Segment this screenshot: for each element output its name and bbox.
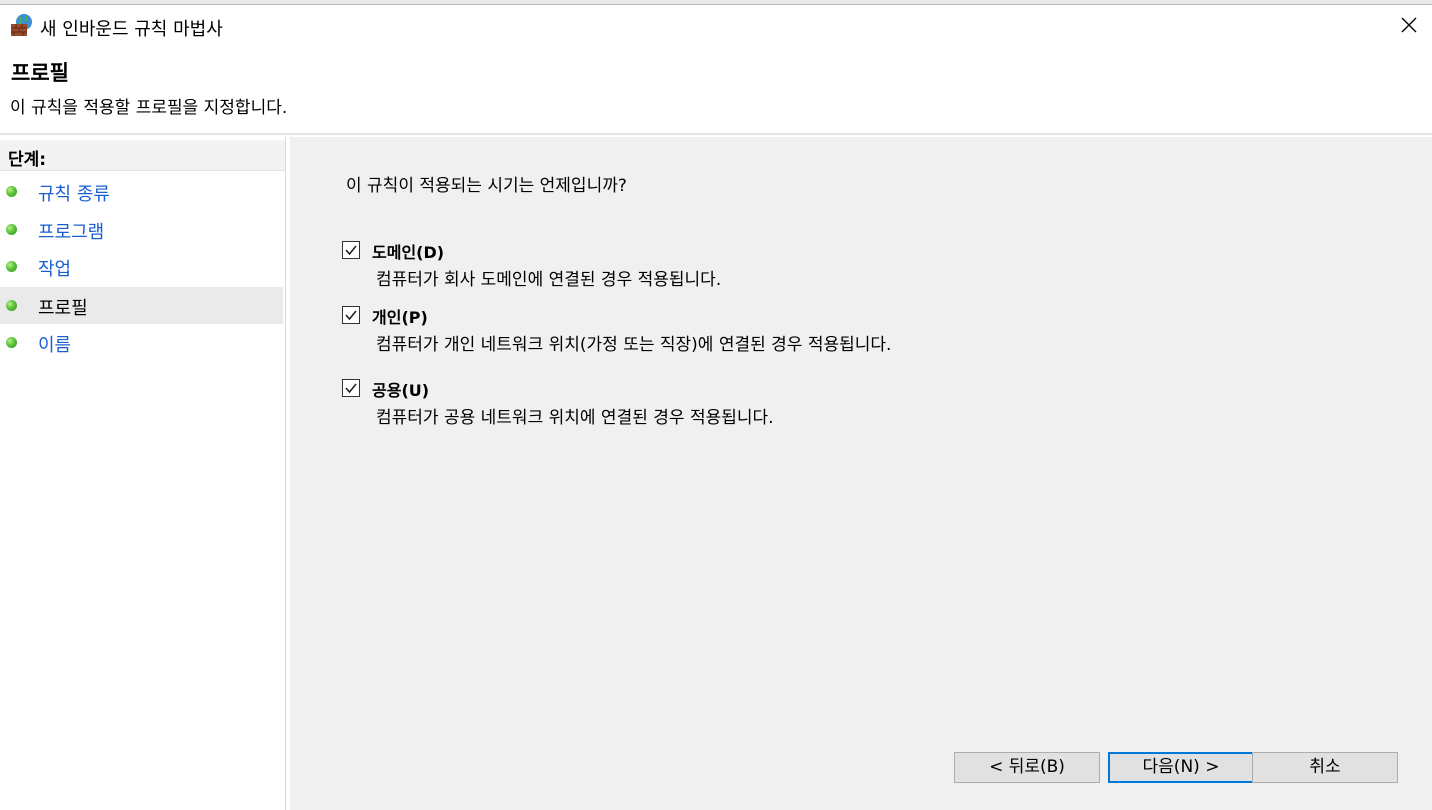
green-dot-icon [6,300,17,311]
public-checkbox[interactable] [342,379,360,397]
checkmark-icon [345,383,357,394]
step-rule-type[interactable]: 규칙 종류 [0,173,283,210]
public-description: 컴퓨터가 공용 네트워크 위치에 연결된 경우 적용됩니다. [376,408,774,428]
step-label: 규칙 종류 [38,184,110,205]
public-label[interactable]: 공용(U) [372,377,429,401]
close-icon [1401,17,1417,33]
next-button[interactable]: 다음(N) > [1108,752,1254,783]
checkmark-icon [345,245,357,256]
close-button[interactable] [1386,5,1432,45]
checkmark-icon [345,310,357,321]
back-button[interactable]: < 뒤로(B) [954,752,1100,783]
step-label: 프로그램 [38,222,105,243]
step-action[interactable]: 작업 [0,248,283,285]
domain-label[interactable]: 도메인(D) [372,239,444,263]
question-text: 이 규칙이 적용되는 시기는 언제입니까? [346,176,627,196]
step-label: 작업 [38,259,72,280]
private-label[interactable]: 개인(P) [372,304,428,328]
wizard-header: 프로필 이 규칙을 적용할 프로필을 지정합니다. [0,45,1432,135]
steps-sidebar: 단계: 규칙 종류 프로그램 작업 프로필 이름 [0,137,286,810]
window-title: 새 인바운드 규칙 마법사 [40,19,223,40]
green-dot-icon [6,337,17,348]
page-title: 프로필 [11,61,69,85]
title-bar: 새 인바운드 규칙 마법사 [0,5,1432,45]
step-program[interactable]: 프로그램 [0,211,283,248]
step-label: 이름 [38,335,72,356]
green-dot-icon [6,224,17,235]
firewall-icon [10,13,34,37]
domain-checkbox[interactable] [342,241,360,259]
wizard-content: 이 규칙이 적용되는 시기는 언제입니까? 도메인(D) 컴퓨터가 회사 도메인… [290,137,1432,810]
step-label: 프로필 [38,298,88,319]
private-description: 컴퓨터가 개인 네트워크 위치(가정 또는 직장)에 연결된 경우 적용됩니다. [376,335,892,355]
steps-heading-label: 단계: [8,150,47,170]
step-name[interactable]: 이름 [0,324,283,361]
step-profile[interactable]: 프로필 [0,287,283,324]
green-dot-icon [6,261,17,272]
domain-description: 컴퓨터가 회사 도메인에 연결된 경우 적용됩니다. [376,270,722,290]
cancel-button[interactable]: 취소 [1252,752,1398,783]
steps-heading: 단계: [0,140,285,171]
green-dot-icon [6,186,17,197]
page-subtitle: 이 규칙을 적용할 프로필을 지정합니다. [10,98,288,118]
private-checkbox[interactable] [342,306,360,324]
